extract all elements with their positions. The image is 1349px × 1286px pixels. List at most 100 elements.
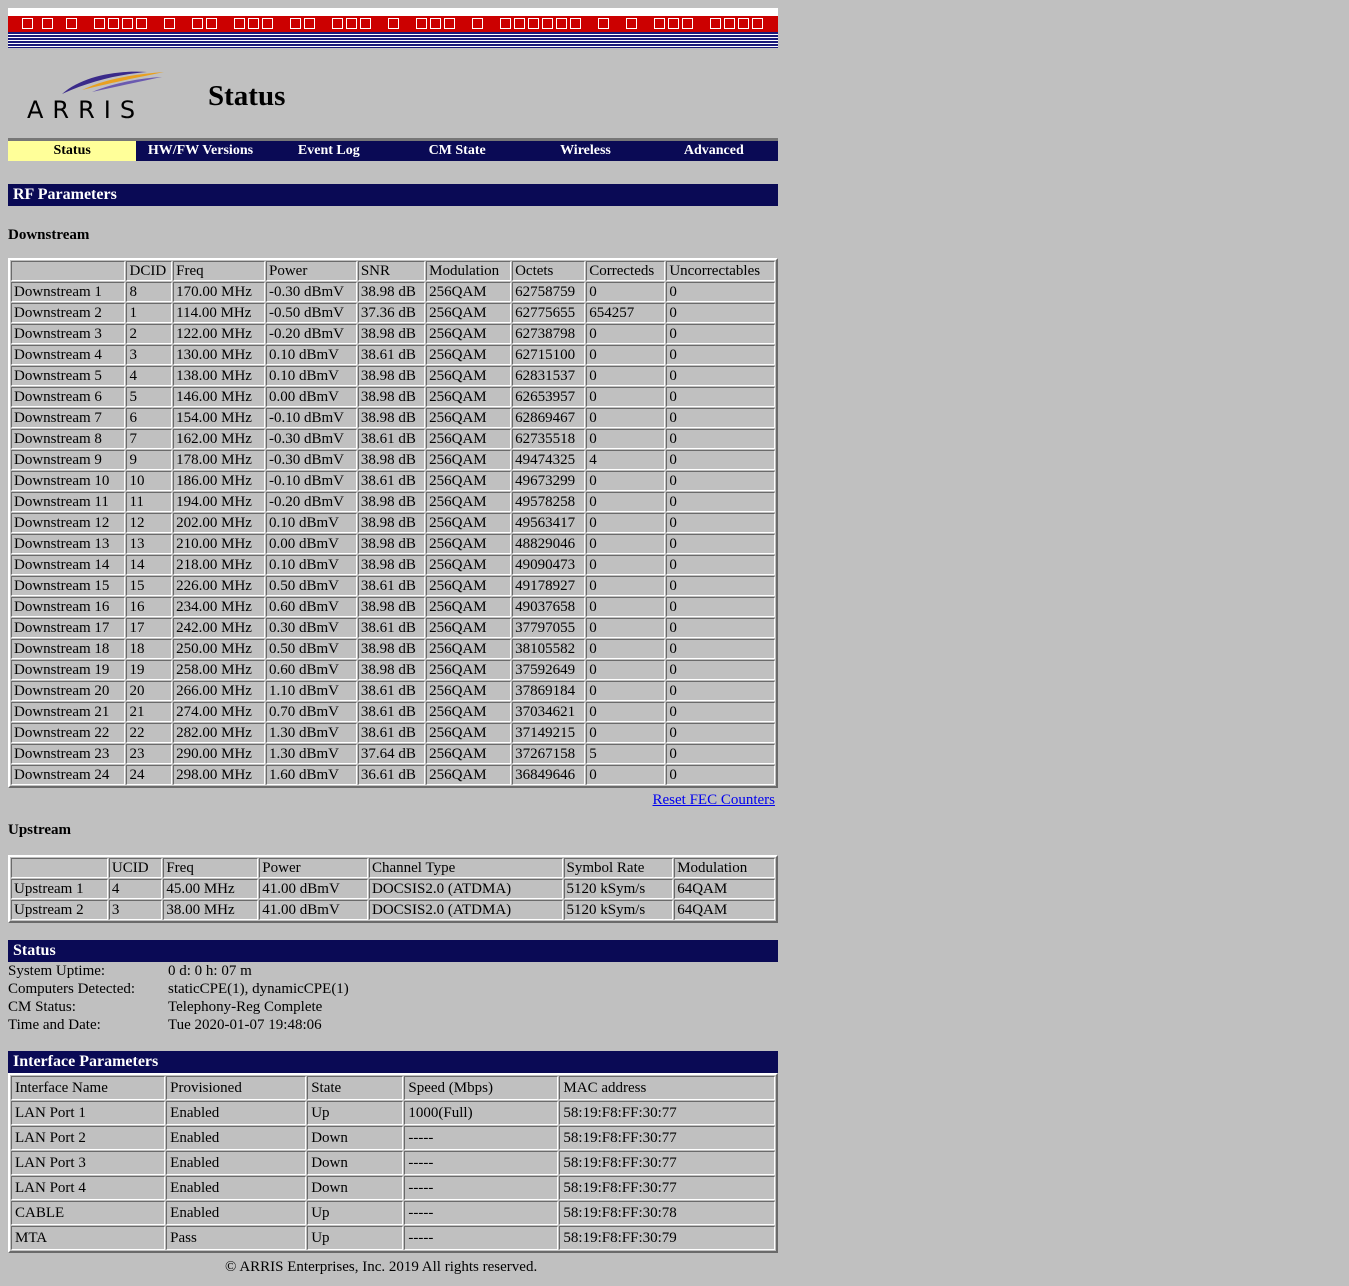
table-cell: 3 bbox=[126, 345, 173, 365]
table-cell: 0.60 dBmV bbox=[265, 597, 357, 617]
column-header: Freq bbox=[163, 858, 259, 878]
table-cell: 0 bbox=[666, 597, 775, 617]
table-cell: 0 bbox=[666, 303, 775, 323]
table-cell: 256QAM bbox=[426, 744, 512, 764]
table-cell: 49673299 bbox=[512, 471, 586, 491]
downstream-row: Downstream 18 18 250.00 MHz 0.50 dBmV 38.98 … bbox=[11, 639, 775, 659]
table-cell: 170.00 MHz bbox=[173, 282, 265, 302]
table-cell: Upstream 1 bbox=[11, 879, 108, 899]
table-cell: 0 bbox=[666, 513, 775, 533]
table-cell: 20 bbox=[126, 681, 173, 701]
table-cell: -0.30 dBmV bbox=[265, 282, 357, 302]
banner-square bbox=[234, 18, 245, 29]
banner-square bbox=[570, 18, 581, 29]
table-cell: 38105582 bbox=[512, 639, 586, 659]
table-cell: Downstream 11 bbox=[11, 492, 126, 512]
table-cell: 0 bbox=[586, 324, 666, 344]
table-cell: 58:19:F8:FF:30:77 bbox=[559, 1126, 775, 1150]
banner-square bbox=[542, 18, 553, 29]
table-cell: 10 bbox=[126, 471, 173, 491]
table-cell: 0 bbox=[586, 618, 666, 638]
table-header-row: DCID Freq Power SNR Modulation Octets Correcte… bbox=[11, 261, 775, 281]
table-cell: 38.98 dB bbox=[357, 450, 426, 470]
banner-square bbox=[752, 18, 763, 29]
table-cell: 11 bbox=[126, 492, 173, 512]
table-cell: 290.00 MHz bbox=[173, 744, 265, 764]
table-cell: 256QAM bbox=[426, 681, 512, 701]
table-cell: 1 bbox=[126, 303, 173, 323]
banner-square bbox=[360, 18, 371, 29]
table-cell: ----- bbox=[404, 1226, 559, 1250]
status-row: Computers Detected: staticCPE(1), dynamic… bbox=[8, 980, 778, 998]
tab-cm-state[interactable]: CM State bbox=[393, 141, 521, 161]
downstream-row: Downstream 24 24 298.00 MHz 1.60 dBmV 36.61 … bbox=[11, 765, 775, 785]
table-cell: Downstream 18 bbox=[11, 639, 126, 659]
table-cell: 0 bbox=[666, 387, 775, 407]
table-cell: 36849646 bbox=[512, 765, 586, 785]
table-cell: Enabled bbox=[166, 1201, 307, 1225]
table-cell: 178.00 MHz bbox=[173, 450, 265, 470]
table-cell: 0 bbox=[666, 471, 775, 491]
table-cell: 0 bbox=[666, 345, 775, 365]
table-cell: 130.00 MHz bbox=[173, 345, 265, 365]
table-cell: LAN Port 4 bbox=[11, 1176, 166, 1200]
banner-square bbox=[42, 18, 53, 29]
tab-advanced[interactable]: Advanced bbox=[650, 141, 778, 161]
downstream-row: Downstream 13 13 210.00 MHz 0.00 dBmV 38.98 … bbox=[11, 534, 775, 554]
downstream-row: Downstream 2 1 114.00 MHz -0.50 dBmV 37.36 d… bbox=[11, 303, 775, 323]
table-cell: LAN Port 3 bbox=[11, 1151, 166, 1175]
table-cell: 0 bbox=[666, 744, 775, 764]
table-cell: 186.00 MHz bbox=[173, 471, 265, 491]
tab-event-log[interactable]: Event Log bbox=[265, 141, 393, 161]
table-cell: DOCSIS2.0 (ATDMA) bbox=[368, 879, 563, 899]
banner-square bbox=[668, 18, 679, 29]
reset-fec-counters-link[interactable]: Reset FEC Counters bbox=[653, 792, 776, 808]
table-cell: 256QAM bbox=[426, 723, 512, 743]
table-cell: 37.64 dB bbox=[357, 744, 426, 764]
table-cell: 0 bbox=[666, 660, 775, 680]
table-cell: 38.61 dB bbox=[357, 618, 426, 638]
table-cell: 0 bbox=[586, 639, 666, 659]
banner-square bbox=[528, 18, 539, 29]
table-cell: 0 bbox=[666, 429, 775, 449]
table-cell: 16 bbox=[126, 597, 173, 617]
table-cell: 18 bbox=[126, 639, 173, 659]
table-cell: 0.00 dBmV bbox=[265, 534, 357, 554]
tab-wireless[interactable]: Wireless bbox=[521, 141, 649, 161]
table-header-row: UCID Freq Power Channel Type Symbol Rate Modu… bbox=[11, 858, 775, 878]
downstream-row: Downstream 10 10 186.00 MHz -0.10 dBmV 38.61… bbox=[11, 471, 775, 491]
table-cell: 1.30 dBmV bbox=[265, 723, 357, 743]
table-cell: 256QAM bbox=[426, 618, 512, 638]
column-header: Power bbox=[259, 858, 368, 878]
table-cell: 62869467 bbox=[512, 408, 586, 428]
table-cell: 14 bbox=[126, 555, 173, 575]
interface-row: LAN Port 1 Enabled Up 1000(Full) 58:19:F8:FF… bbox=[11, 1101, 775, 1125]
tab-hw-fw-versions[interactable]: HW/FW Versions bbox=[136, 141, 264, 161]
table-cell: 1000(Full) bbox=[404, 1101, 559, 1125]
table-cell: 49178927 bbox=[512, 576, 586, 596]
banner-square bbox=[290, 18, 301, 29]
table-cell: Downstream 12 bbox=[11, 513, 126, 533]
column-header: MAC address bbox=[559, 1076, 775, 1100]
table-cell: Downstream 5 bbox=[11, 366, 126, 386]
rf-parameters-heading: RF Parameters bbox=[8, 184, 778, 206]
status-info: System Uptime: 0 d: 0 h: 07 m Computers De… bbox=[8, 962, 778, 1034]
table-cell: 234.00 MHz bbox=[173, 597, 265, 617]
banner-square bbox=[66, 18, 77, 29]
column-header: Channel Type bbox=[368, 858, 563, 878]
table-cell: Downstream 13 bbox=[11, 534, 126, 554]
tab-status[interactable]: Status bbox=[8, 141, 137, 161]
table-cell: Downstream 19 bbox=[11, 660, 126, 680]
column-header: DCID bbox=[126, 261, 173, 281]
table-cell: Downstream 20 bbox=[11, 681, 126, 701]
table-cell: ----- bbox=[404, 1126, 559, 1150]
table-cell: 7 bbox=[126, 429, 173, 449]
table-cell: 58:19:F8:FF:30:77 bbox=[559, 1151, 775, 1175]
table-cell: 0 bbox=[586, 765, 666, 785]
status-value: 0 d: 0 h: 07 m bbox=[168, 963, 252, 979]
table-cell: 58:19:F8:FF:30:77 bbox=[559, 1101, 775, 1125]
header: ARRIS Status bbox=[8, 48, 778, 138]
table-cell: 256QAM bbox=[426, 576, 512, 596]
table-cell: 0.60 dBmV bbox=[265, 660, 357, 680]
table-cell: Down bbox=[307, 1176, 404, 1200]
